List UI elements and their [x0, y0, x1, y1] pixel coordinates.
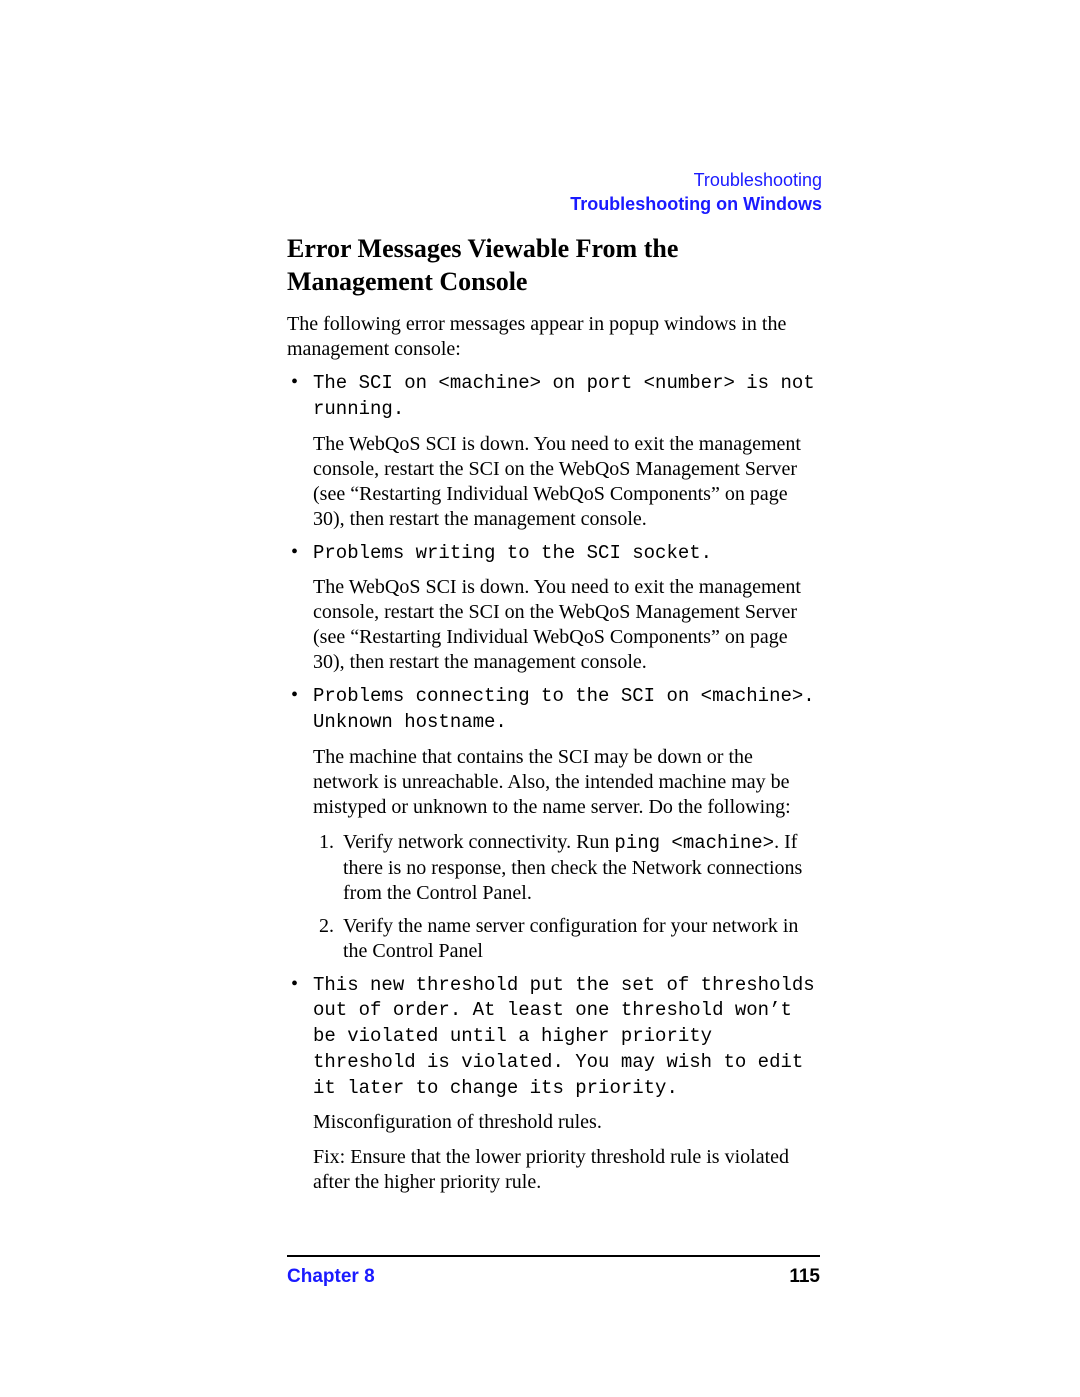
header-subsection: Troubleshooting on Windows [570, 192, 822, 216]
step-item: Verify network connectivity. Run ping <m… [339, 830, 820, 906]
error-description: Misconfiguration of threshold rules. [313, 1110, 820, 1135]
document-page: Troubleshooting Troubleshooting on Windo… [0, 0, 1080, 1397]
error-item: Problems connecting to the SCI on <machi… [287, 683, 820, 963]
step-text: Verify network connectivity. Run [343, 831, 614, 853]
page-number: 115 [789, 1265, 820, 1289]
chapter-label: Chapter 8 [287, 1266, 375, 1287]
section-title: Error Messages Viewable From the Managem… [287, 233, 820, 298]
page-footer: Chapter 8 115 [287, 1265, 820, 1289]
running-header: Troubleshooting Troubleshooting on Windo… [570, 168, 822, 217]
error-message: The SCI on <machine> on port <number> is… [313, 372, 815, 420]
error-description: The WebQoS SCI is down. You need to exit… [313, 575, 820, 675]
header-section: Troubleshooting [570, 168, 822, 192]
error-message: Problems connecting to the SCI on <machi… [313, 685, 815, 733]
inline-code: ping <machine> [614, 832, 774, 854]
error-message: This new threshold put the set of thresh… [313, 974, 815, 1099]
footer-rule [287, 1255, 820, 1257]
error-item: This new threshold put the set of thresh… [287, 972, 820, 1196]
error-list: The SCI on <machine> on port <number> is… [287, 370, 820, 1195]
step-list: Verify network connectivity. Run ping <m… [313, 830, 820, 964]
error-item: Problems writing to the SCI socket. The … [287, 540, 820, 676]
error-item: The SCI on <machine> on port <number> is… [287, 370, 820, 532]
step-item: Verify the name server configuration for… [339, 914, 820, 964]
intro-paragraph: The following error messages appear in p… [287, 312, 820, 362]
page-body: Error Messages Viewable From the Managem… [287, 233, 820, 1195]
step-text: Verify the name server configuration for… [343, 915, 798, 962]
error-message: Problems writing to the SCI socket. [313, 542, 712, 564]
error-description: The WebQoS SCI is down. You need to exit… [313, 432, 820, 532]
error-fix: Fix: Ensure that the lower priority thre… [313, 1145, 820, 1195]
error-description: The machine that contains the SCI may be… [313, 745, 820, 820]
